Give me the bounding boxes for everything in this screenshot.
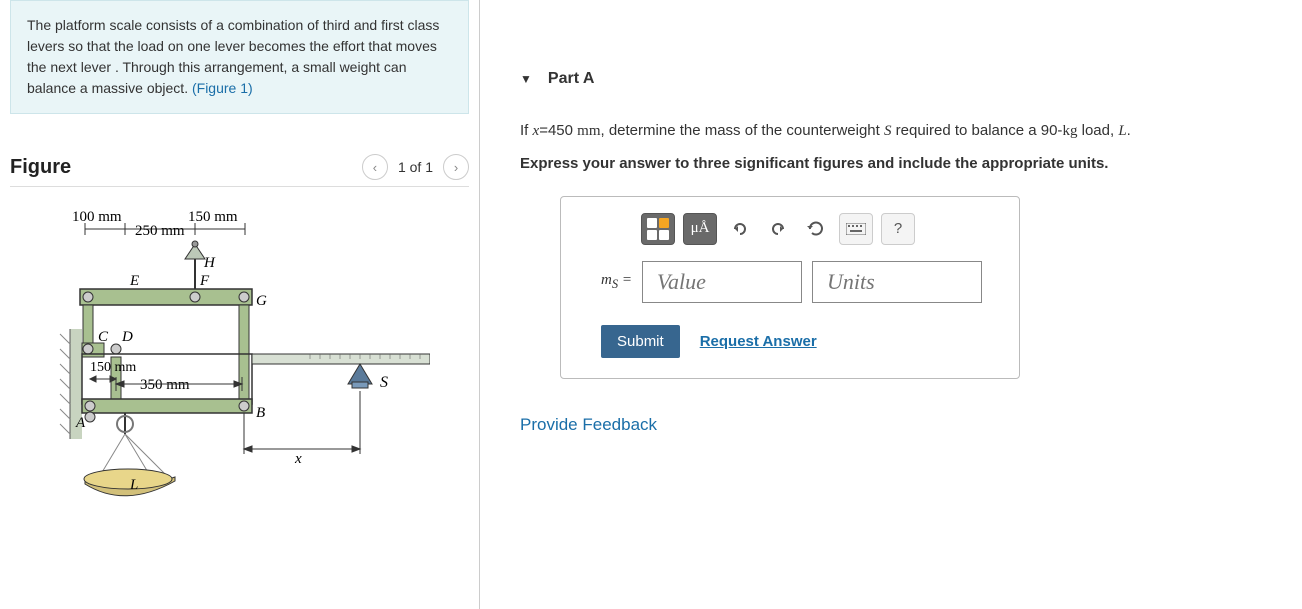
figure-link[interactable]: (Figure 1) [192,80,253,96]
svg-text:E: E [129,273,139,289]
svg-text:D: D [121,329,133,345]
svg-text:B: B [256,405,265,421]
value-input[interactable] [642,261,802,303]
figure-counter: 1 of 1 [394,159,437,175]
undo-button[interactable] [725,213,755,245]
svg-text:x: x [294,451,302,467]
svg-text:F: F [199,273,210,289]
keyboard-button[interactable] [839,213,873,245]
help-button[interactable]: ? [881,213,915,245]
units-input[interactable] [812,261,982,303]
svg-text:250 mm: 250 mm [135,223,185,239]
request-answer-link[interactable]: Request Answer [700,333,817,350]
question-text: If x=450 mm, determine the mass of the c… [520,118,1282,145]
svg-text:150 mm: 150 mm [90,360,136,375]
answer-instructions: Express your answer to three significant… [520,155,1282,172]
figure-title: Figure [10,156,71,179]
figure-prev-button[interactable]: ‹ [362,154,388,180]
svg-text:C: C [98,329,109,345]
redo-button[interactable] [763,213,793,245]
svg-text:G: G [256,293,267,309]
svg-text:100 mm: 100 mm [72,209,122,225]
svg-text:H: H [203,255,216,271]
figure-diagram: 100 mm 250 mm 150 mm H E F G [10,199,430,539]
templates-button[interactable] [641,213,675,245]
svg-text:150 mm: 150 mm [188,209,238,225]
part-header[interactable]: ▼ Part A [520,70,1282,88]
problem-statement: The platform scale consists of a combina… [10,0,469,114]
part-title: Part A [548,70,595,88]
svg-text:350 mm: 350 mm [140,377,190,393]
reset-button[interactable] [801,213,831,245]
figure-next-button[interactable]: › [443,154,469,180]
figure-navigation: ‹ 1 of 1 › [362,154,469,180]
svg-text:L: L [129,477,138,493]
answer-toolbar: μÅ ? [641,213,999,245]
symbols-button[interactable]: μÅ [683,213,717,245]
submit-button[interactable]: Submit [601,325,680,358]
answer-box: μÅ ? mS = Submit Request Answer [560,196,1020,379]
caret-down-icon: ▼ [520,72,532,86]
variable-label: mS = [601,272,632,292]
svg-text:S: S [380,374,388,391]
provide-feedback-link[interactable]: Provide Feedback [520,415,1282,435]
svg-text:A: A [75,415,86,431]
